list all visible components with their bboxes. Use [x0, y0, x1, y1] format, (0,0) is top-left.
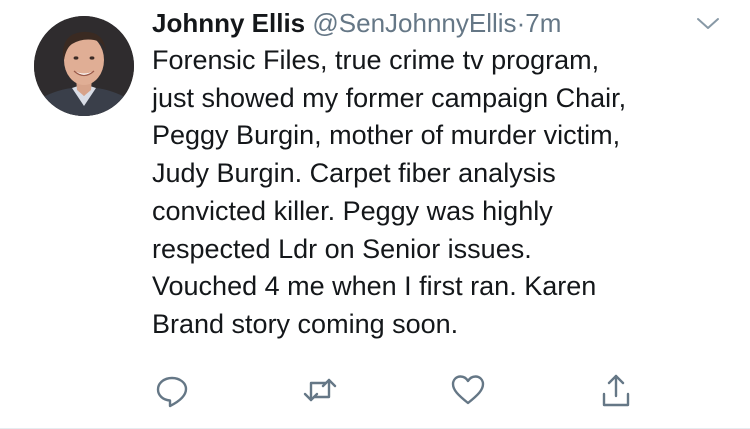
tweet-text-line: Vouched 4 me when I first ran. Karen	[152, 271, 597, 302]
tweet: Johnny Ellis @SenJohnnyEllis·7m Forensic…	[0, 0, 750, 429]
avatar[interactable]	[34, 16, 134, 116]
timestamp[interactable]: 7m	[525, 8, 561, 38]
tweet-text-line: Peggy Burgin, mother of murder victim,	[152, 120, 621, 151]
tweet-text-line: respected Ldr on Senior issues.	[152, 233, 532, 264]
heart-icon[interactable]	[448, 370, 488, 410]
tweet-text-line: just showed my former campaign Chair,	[152, 82, 627, 113]
author-handle[interactable]: @SenJohnnyEllis	[312, 8, 516, 38]
chevron-down-icon[interactable]	[694, 14, 722, 34]
tweet-text-line: Forensic Files, true crime tv program,	[152, 45, 600, 75]
tweet-text-line: convicted killer. Peggy was highly	[152, 195, 553, 226]
tweet-actions	[152, 370, 642, 410]
tweet-text-line: Brand story coming soon.	[152, 308, 459, 339]
retweet-icon[interactable]	[300, 370, 340, 410]
avatar-photo	[34, 16, 134, 116]
separator-dot: ·	[516, 8, 526, 38]
author-name[interactable]: Johnny Ellis	[152, 8, 305, 38]
tweet-header: Johnny Ellis @SenJohnnyEllis·7m	[152, 6, 561, 40]
tweet-text: Forensic Files, true crime tv program, j…	[152, 42, 732, 344]
reply-icon[interactable]	[152, 370, 192, 410]
tweet-text-line: Judy Burgin. Carpet fiber analysis	[152, 158, 556, 189]
share-icon[interactable]	[596, 370, 636, 410]
